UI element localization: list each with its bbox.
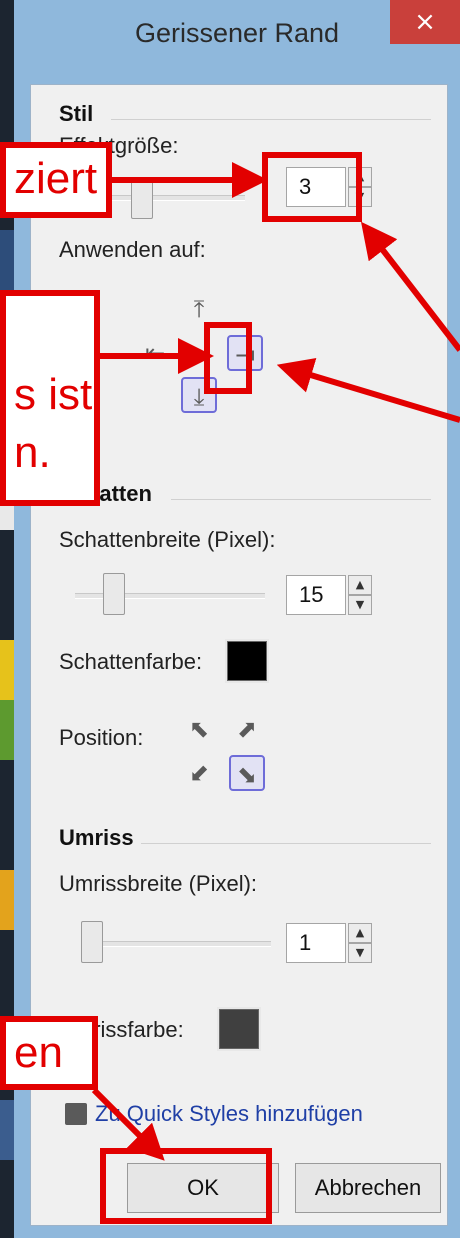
outline-width-stepper[interactable]: ▲ ▼ bbox=[348, 923, 372, 963]
callout-text: n. bbox=[14, 428, 51, 477]
close-button[interactable]: × bbox=[390, 0, 460, 44]
spin-down-icon[interactable]: ▼ bbox=[348, 595, 372, 615]
spin-down-icon[interactable]: ▼ bbox=[348, 943, 372, 963]
diagonal-arrow-icon[interactable]: ⬈ bbox=[229, 711, 265, 747]
section-divider bbox=[171, 499, 431, 500]
diagonal-arrow-icon[interactable]: ⬋ bbox=[181, 755, 217, 791]
section-divider bbox=[111, 119, 431, 120]
callout-effect-size: ziert bbox=[0, 142, 112, 218]
highlight-ok-button bbox=[100, 1148, 272, 1224]
title-bar: Gerissener Rand × bbox=[14, 0, 460, 80]
callout-ok: en bbox=[0, 1016, 98, 1090]
apply-to-label: Anwenden auf: bbox=[59, 237, 206, 262]
callout-apply-to: s ist n. bbox=[0, 290, 100, 506]
effect-size-slider-thumb[interactable] bbox=[131, 177, 153, 219]
section-heading-stil: Stil bbox=[59, 101, 94, 126]
shadow-width-slider-thumb[interactable] bbox=[103, 573, 125, 615]
shadow-width-stepper[interactable]: ▲ ▼ bbox=[348, 575, 372, 615]
section-heading-umriss: Umriss bbox=[59, 825, 134, 850]
outline-width-slider-thumb[interactable] bbox=[81, 921, 103, 963]
spin-up-icon[interactable]: ▲ bbox=[348, 923, 372, 943]
save-disk-icon bbox=[65, 1103, 87, 1125]
outline-color-swatch[interactable] bbox=[217, 1007, 261, 1051]
callout-text: s ist bbox=[14, 370, 93, 419]
cancel-button[interactable]: Abbrechen bbox=[295, 1163, 441, 1213]
diagonal-arrow-icon[interactable]: ⬉ bbox=[181, 711, 217, 747]
outline-width-slider-track bbox=[81, 941, 271, 947]
close-icon: × bbox=[414, 7, 436, 37]
callout-text: ziert bbox=[14, 154, 98, 203]
shadow-color-swatch[interactable] bbox=[225, 639, 269, 683]
position-label: Position: bbox=[59, 725, 144, 750]
add-to-quick-styles-link[interactable]: Zu Quick Styles hinzufügen bbox=[95, 1101, 363, 1127]
shadow-color-label: Schattenfarbe: bbox=[59, 649, 203, 674]
highlight-apply-edge bbox=[204, 322, 252, 394]
shadow-width-input[interactable]: 15 bbox=[286, 575, 346, 615]
outline-width-label: Umrissbreite (Pixel): bbox=[59, 871, 258, 896]
highlight-effect-size bbox=[262, 152, 362, 222]
outline-width-input[interactable]: 1 bbox=[286, 923, 346, 963]
arrow-left-to-bar-icon[interactable]: ⇤ bbox=[137, 335, 173, 371]
spin-up-icon[interactable]: ▲ bbox=[348, 575, 372, 595]
callout-text: en bbox=[14, 1028, 63, 1077]
section-divider bbox=[141, 843, 431, 844]
shadow-width-label: Schattenbreite (Pixel): bbox=[59, 527, 276, 552]
diagonal-arrow-icon[interactable]: ⬊ bbox=[229, 755, 265, 791]
